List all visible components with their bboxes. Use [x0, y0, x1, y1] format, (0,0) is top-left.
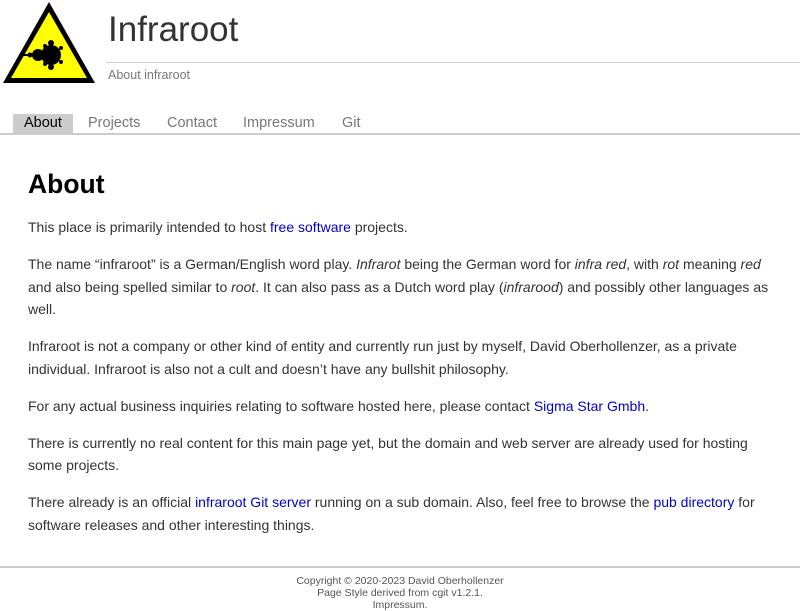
text: projects.	[350, 219, 408, 235]
git-server-link[interactable]: infraroot Git server	[195, 494, 311, 510]
text: meaning	[679, 256, 741, 272]
nav-item-git[interactable]: Git	[331, 114, 372, 133]
nav-item-about[interactable]: About	[13, 114, 73, 133]
emphasis: root	[231, 278, 256, 295]
emphasis: infra red	[574, 256, 627, 272]
text: This place is primarily intended to host	[28, 219, 270, 235]
site-title: Infraroot	[108, 10, 239, 49]
paragraph-intro: This place is primarily intended to host…	[28, 216, 780, 239]
site-footer: Copyright © 2020-2023 David Oberhollenze…	[0, 575, 800, 611]
page-style-text: Page Style derived from cgit v1.2.1.	[317, 587, 483, 599]
text: , with	[626, 256, 663, 272]
nav-item-impressum[interactable]: Impressum	[232, 114, 326, 133]
paragraph-business: For any actual business inquiries relati…	[28, 395, 780, 418]
text: running on a sub domain. Also, feel free…	[311, 494, 654, 510]
main-nav: About Projects Contact Impressum Git	[0, 113, 800, 135]
emphasis: Infrarot	[356, 256, 401, 272]
text: There already is an official	[28, 494, 196, 510]
paragraph-name: The name “infraroot” is a German/English…	[28, 253, 780, 321]
emphasis: rot	[662, 256, 680, 272]
site-subtitle: About infraroot	[108, 68, 190, 82]
site-header: Infraroot About infraroot	[0, 0, 800, 90]
text: and also being spelled similar to	[28, 278, 232, 295]
impressum-link[interactable]: Impressum.	[0, 599, 800, 611]
header-divider	[106, 62, 800, 63]
emphasis: red	[740, 256, 761, 272]
sigma-star-link[interactable]: Sigma Star Gmbh	[534, 398, 645, 414]
main-content: About This place is primarily intended t…	[28, 166, 780, 551]
free-software-link[interactable]: free software	[270, 219, 351, 235]
text: . It can also pass as a Dutch word play …	[255, 278, 504, 295]
footer-divider	[0, 566, 800, 568]
pub-directory-link[interactable]: pub directory	[653, 494, 734, 510]
paragraph-entity: Infraroot is not a company or other kind…	[28, 338, 737, 377]
page-heading: About	[28, 169, 105, 199]
paragraph-git: There already is an official infraroot G…	[28, 491, 780, 536]
emphasis: infrarood	[503, 278, 559, 295]
paragraph-status: There is currently no real content for t…	[28, 434, 748, 474]
text: The name “infraroot” is a German/English…	[28, 256, 357, 272]
copyright-text: Copyright © 2020-2023 David Oberhollenze…	[296, 575, 504, 587]
text: .	[645, 397, 649, 414]
nav-item-contact[interactable]: Contact	[156, 114, 228, 133]
mandelbrot-warning-sign-icon[interactable]	[0, 0, 98, 86]
nav-item-projects[interactable]: Projects	[77, 114, 151, 133]
text: being the German word for	[400, 256, 575, 272]
text: For any actual business inquiries relati…	[28, 397, 534, 414]
